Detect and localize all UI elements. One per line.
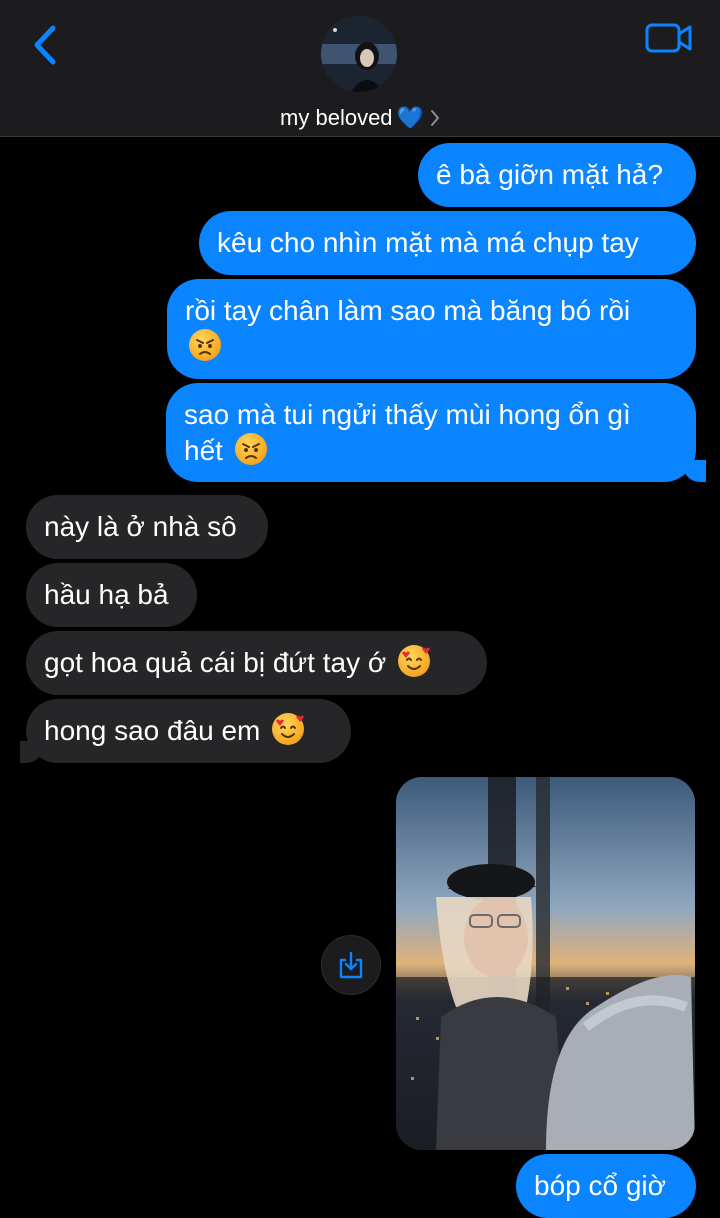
outgoing-message[interactable]: ê bà giỡn mặt hả?: [418, 143, 696, 207]
outgoing-message[interactable]: bóp cổ giờ: [516, 1154, 696, 1218]
outgoing-message[interactable]: rồi tay chân làm sao mà băng bó rồi: [167, 279, 696, 379]
message-text: ê bà giỡn mặt hả?: [436, 159, 663, 190]
video-camera-icon: [645, 23, 692, 53]
bubble-tail: [684, 460, 706, 482]
message-text: này là ở nhà sô: [44, 511, 237, 542]
bubble-tail: [20, 741, 42, 763]
message-text: bóp cổ giờ: [534, 1170, 667, 1201]
contact-name-row[interactable]: my beloved 💙: [0, 100, 720, 136]
message-text: gọt hoa quả cái bị đứt tay ớ: [44, 647, 387, 678]
video-call-button[interactable]: [636, 16, 702, 60]
smiling-face-with-hearts-emoji: [398, 645, 430, 677]
outgoing-message[interactable]: kêu cho nhìn mặt mà má chụp tay: [199, 211, 696, 275]
chevron-right-icon: [430, 110, 439, 126]
chevron-left-icon: [34, 25, 56, 65]
avatar[interactable]: [321, 16, 397, 92]
save-photo-button[interactable]: [321, 935, 381, 995]
download-icon: [339, 951, 363, 979]
avatar-photo: [321, 16, 397, 92]
message-text: sao mà tui ngửi thấy mùi hong ổn gì: [184, 399, 631, 430]
incoming-message[interactable]: hong sao đâu em: [26, 699, 351, 763]
message-text: hầu hạ bả: [44, 579, 169, 610]
conversation-header: my beloved 💙: [0, 0, 720, 137]
message-text: rồi tay chân làm sao mà băng bó rồi: [185, 295, 631, 326]
incoming-message[interactable]: hầu hạ bả: [26, 563, 197, 627]
incoming-message[interactable]: gọt hoa quả cái bị đứt tay ớ: [26, 631, 487, 695]
outgoing-message[interactable]: sao mà tui ngửi thấy mùi hong ổn gì hết: [166, 383, 696, 482]
message-text: kêu cho nhìn mặt mà má chụp tay: [217, 227, 639, 258]
blue-heart-emoji: 💙: [396, 105, 424, 130]
smiling-face-with-hearts-emoji: [272, 713, 305, 745]
messages-screen: my beloved 💙 ê bà giỡn mặt hả? kêu cho n…: [0, 0, 720, 1218]
photo-attachment[interactable]: [396, 777, 695, 1150]
photo-image: [396, 777, 695, 1150]
message-text: hết: [184, 435, 223, 466]
message-text: hong sao đâu em: [44, 715, 261, 746]
back-button[interactable]: [20, 18, 68, 72]
contact-name: my beloved: [280, 105, 393, 130]
angry-face-emoji: [189, 329, 221, 361]
angry-face-emoji: [234, 433, 267, 465]
incoming-message[interactable]: này là ở nhà sô: [26, 495, 268, 559]
